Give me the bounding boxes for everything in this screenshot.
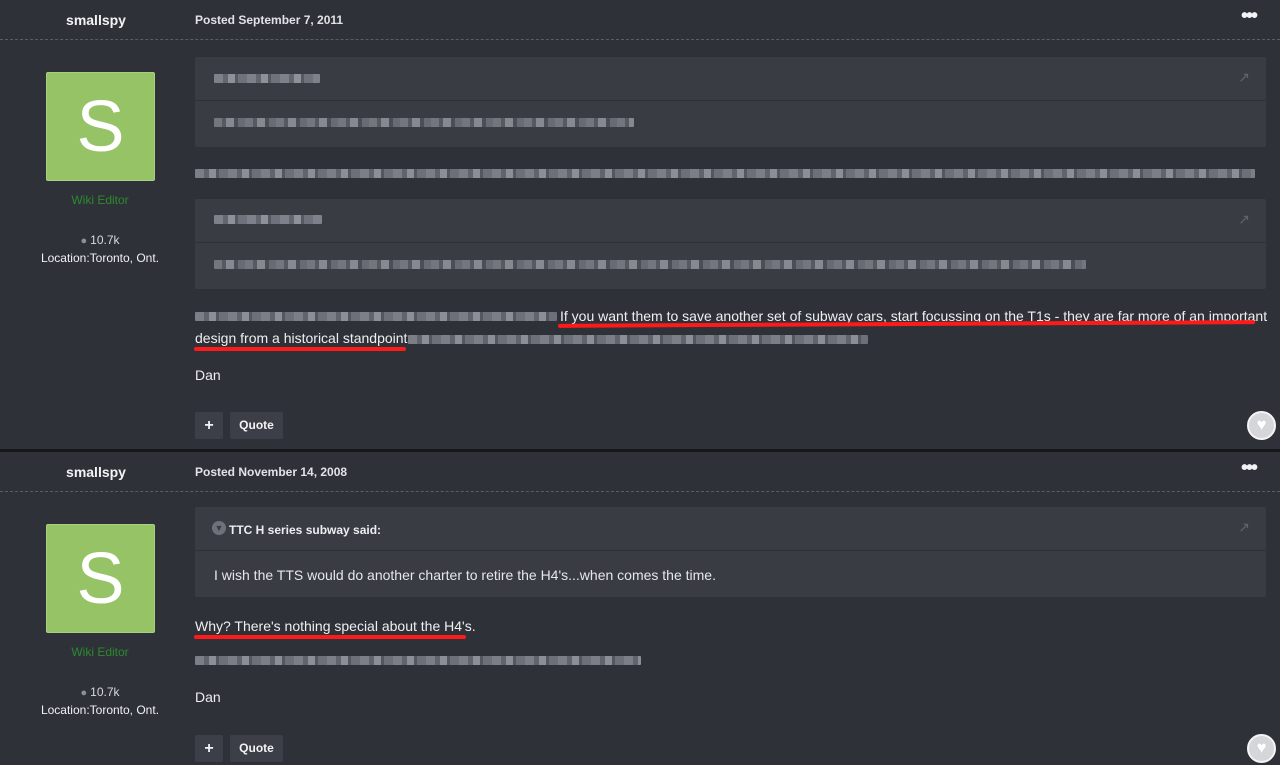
annotation-underline: [194, 347, 406, 351]
user-rank: Wiki Editor: [71, 193, 129, 207]
quote-block: ↗: [195, 199, 1266, 289]
author-name-link[interactable]: smallspy: [0, 464, 192, 480]
quote-block: ▼ TTC H series subway said: ↗ I wish the…: [195, 507, 1266, 597]
avatar[interactable]: S: [46, 72, 155, 181]
post-body-highlight: Why? There's nothing special about the H…: [195, 618, 476, 634]
author-name-link[interactable]: smallspy: [0, 12, 192, 28]
comment-icon: ●: [80, 235, 88, 247]
redacted-text: [195, 169, 1255, 178]
heart-icon[interactable]: ♥: [1247, 411, 1276, 440]
post-1: smallspy Posted September 7, 2011 ••• S …: [0, 0, 1280, 449]
redacted-text: [214, 74, 320, 83]
user-location: Location:Toronto, Ont.: [40, 251, 160, 265]
annotation-underline: [194, 635, 466, 639]
post-count-value: 10.7k: [90, 233, 120, 247]
comment-icon: ●: [80, 687, 88, 699]
redacted-text: [214, 215, 322, 224]
heart-icon[interactable]: ♥: [1247, 734, 1276, 763]
quote-header[interactable]: ↗: [195, 199, 1266, 243]
quote-header[interactable]: ↗: [195, 57, 1266, 101]
share-icon[interactable]: ↗: [1238, 519, 1250, 536]
post-count: ● 10.7k: [0, 685, 200, 699]
post-count: ● 10.7k: [0, 233, 200, 247]
avatar[interactable]: S: [46, 524, 155, 633]
user-location: Location:Toronto, Ont.: [40, 703, 160, 717]
post-date[interactable]: Posted September 7, 2011: [195, 13, 343, 27]
post-2: smallspy Posted November 14, 2008 ••• S …: [0, 452, 1280, 765]
quote-button[interactable]: Quote: [230, 412, 283, 439]
signature: Dan: [195, 367, 221, 383]
quote-button[interactable]: Quote: [230, 735, 283, 762]
redacted-text: [214, 118, 634, 127]
quote-block: ↗: [195, 57, 1266, 147]
quote-header[interactable]: ▼ TTC H series subway said: ↗: [195, 507, 1266, 551]
multiquote-button[interactable]: +: [195, 412, 223, 439]
redacted-text: [214, 260, 1086, 269]
chevron-down-icon[interactable]: ▼: [212, 521, 226, 535]
share-icon[interactable]: ↗: [1238, 211, 1250, 228]
post-menu-button[interactable]: •••: [1241, 6, 1258, 26]
multiquote-button[interactable]: +: [195, 735, 223, 762]
redacted-text: [195, 312, 557, 321]
quote-text: I wish the TTS would do another charter …: [214, 567, 716, 583]
post-count-value: 10.7k: [90, 685, 120, 699]
redacted-text: [408, 335, 868, 344]
post-header: smallspy Posted November 14, 2008 •••: [0, 452, 1280, 492]
post-header: smallspy Posted September 7, 2011 •••: [0, 0, 1280, 40]
share-icon[interactable]: ↗: [1238, 69, 1250, 86]
post-date[interactable]: Posted November 14, 2008: [195, 465, 347, 479]
redacted-text: [195, 656, 641, 665]
post-body-highlight-cont: design from a historical standpoint: [195, 330, 408, 346]
user-rank: Wiki Editor: [71, 645, 129, 659]
quote-citation: TTC H series subway said:: [229, 523, 382, 537]
post-menu-button[interactable]: •••: [1241, 458, 1258, 478]
signature: Dan: [195, 689, 221, 705]
